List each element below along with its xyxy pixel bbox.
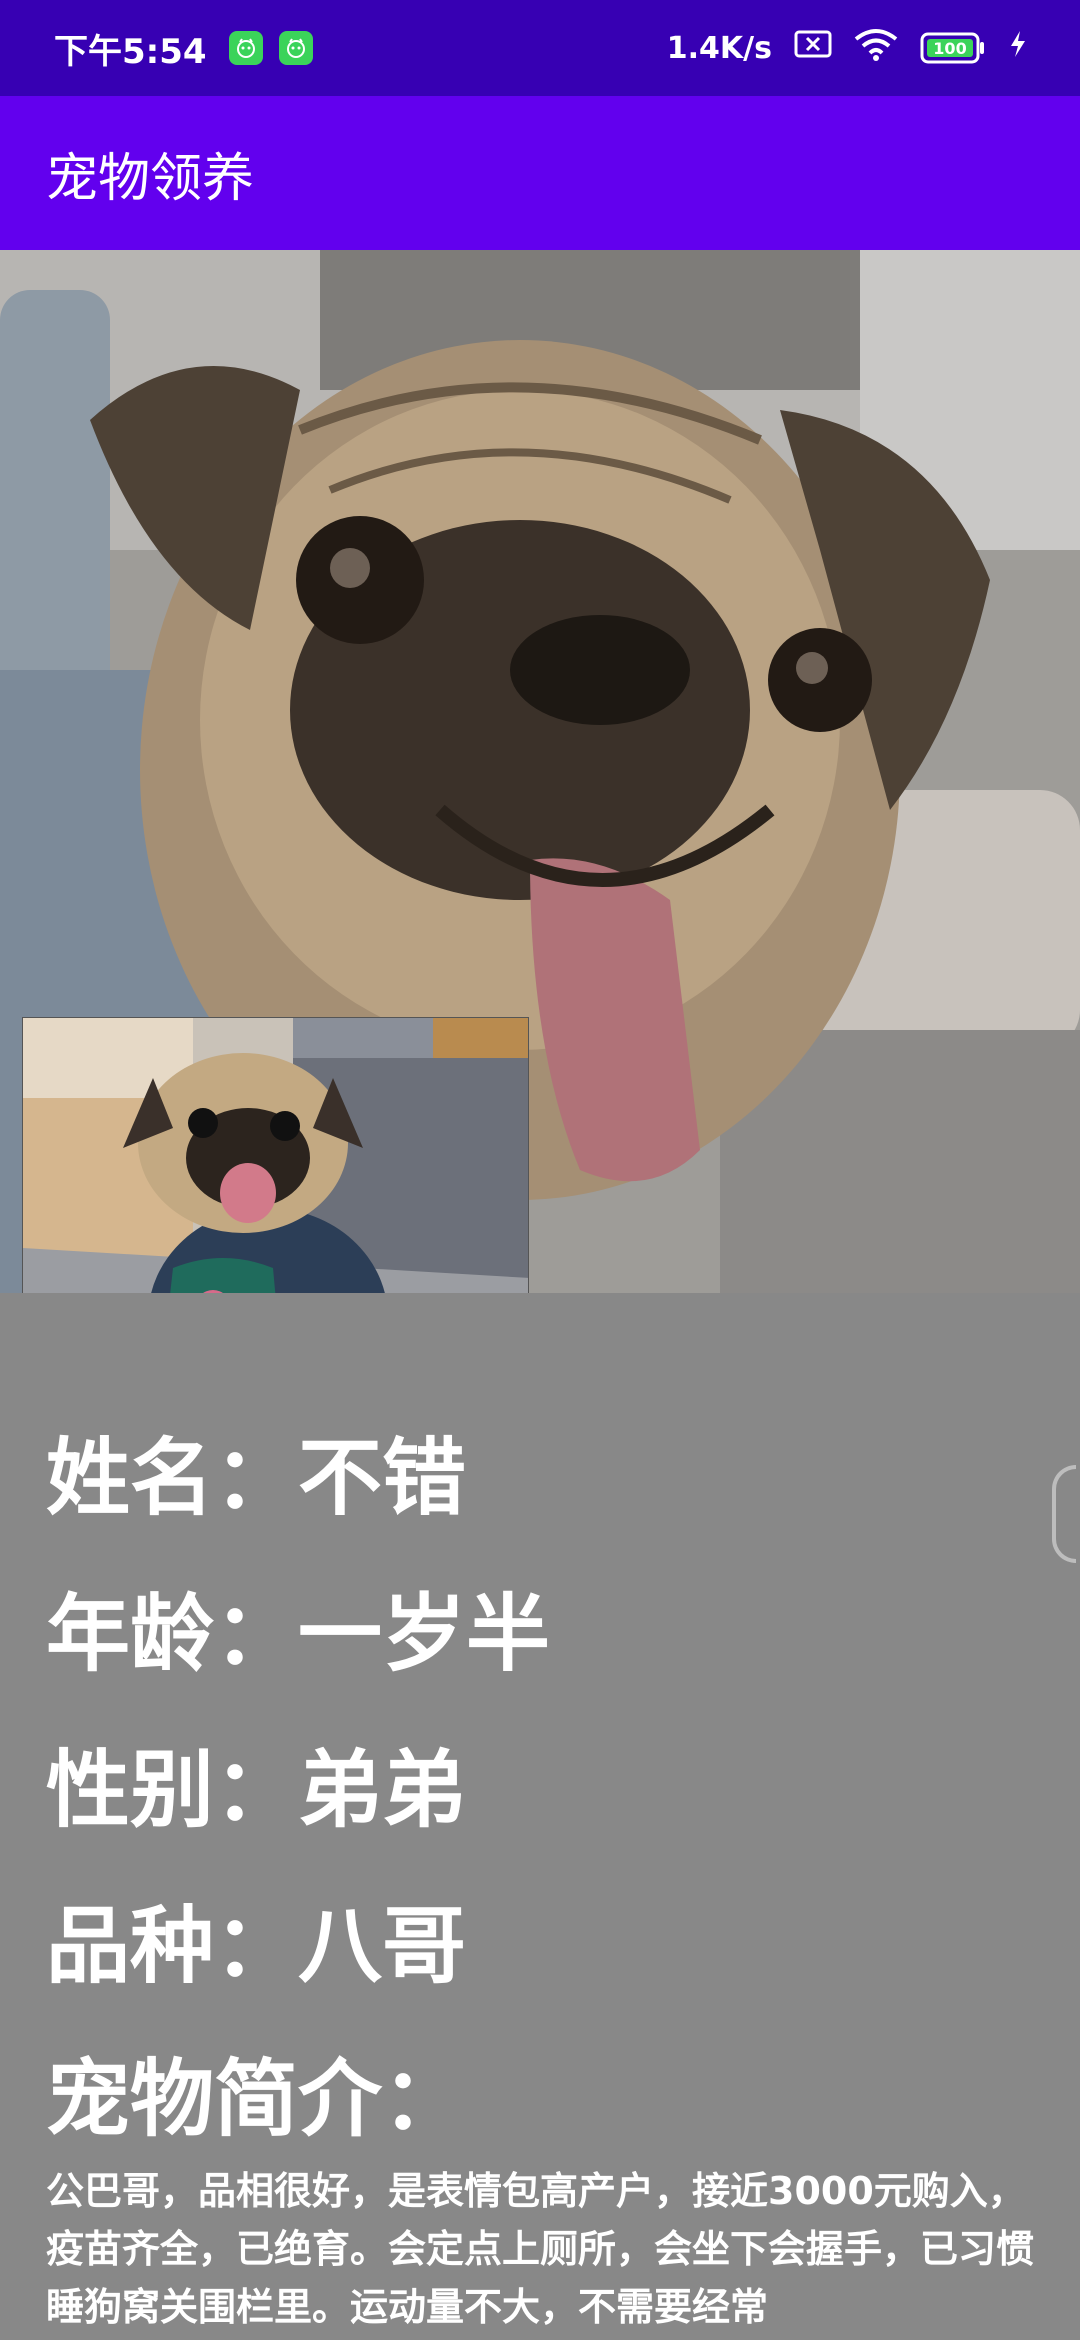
status-right: 1.4K/s 100 <box>667 27 1028 69</box>
network-speed: 1.4K/s <box>666 30 772 66</box>
battery-icon: 100 <box>920 32 986 64</box>
pet-info: 姓名：不错 年龄：一岁半 性别：弟弟 品种：八哥 宠物简介： 公巴哥，品相很好，… <box>46 1400 1046 2336</box>
status-left: 下午5:54 <box>54 24 313 73</box>
pet-hero-photo <box>0 250 1080 1293</box>
edge-swipe-handle[interactable] <box>1052 1465 1076 1563</box>
pet-age: 年龄：一岁半 <box>46 1585 551 1683</box>
status-time: 下午5:54 <box>54 31 207 72</box>
app-toolbar: 宠物领养 <box>0 96 1080 250</box>
pet-intro-label: 宠物简介： <box>46 2050 467 2148</box>
app-notification-icon <box>228 31 263 65</box>
battery-level: 100 <box>933 39 966 58</box>
pet-thumbnail-photo <box>22 1017 529 1293</box>
page-title: 宠物领养 <box>46 148 255 209</box>
pet-breed: 品种：八哥 <box>46 1897 467 1995</box>
sim-icon <box>794 30 832 66</box>
pet-gender: 性别：弟弟 <box>46 1741 467 1839</box>
status-bar: 下午5:54 1.4K/s 100 <box>0 0 1080 96</box>
wifi-icon <box>854 27 898 69</box>
pet-intro-text: 公巴哥，品相很好，是表情包高产户，接近3000元购入，疫苗齐全，已绝育。会定点上… <box>46 2169 1035 2329</box>
app-notification-icon <box>278 31 313 65</box>
charging-icon <box>1008 29 1028 67</box>
pet-name: 姓名：不错 <box>46 1429 467 1527</box>
